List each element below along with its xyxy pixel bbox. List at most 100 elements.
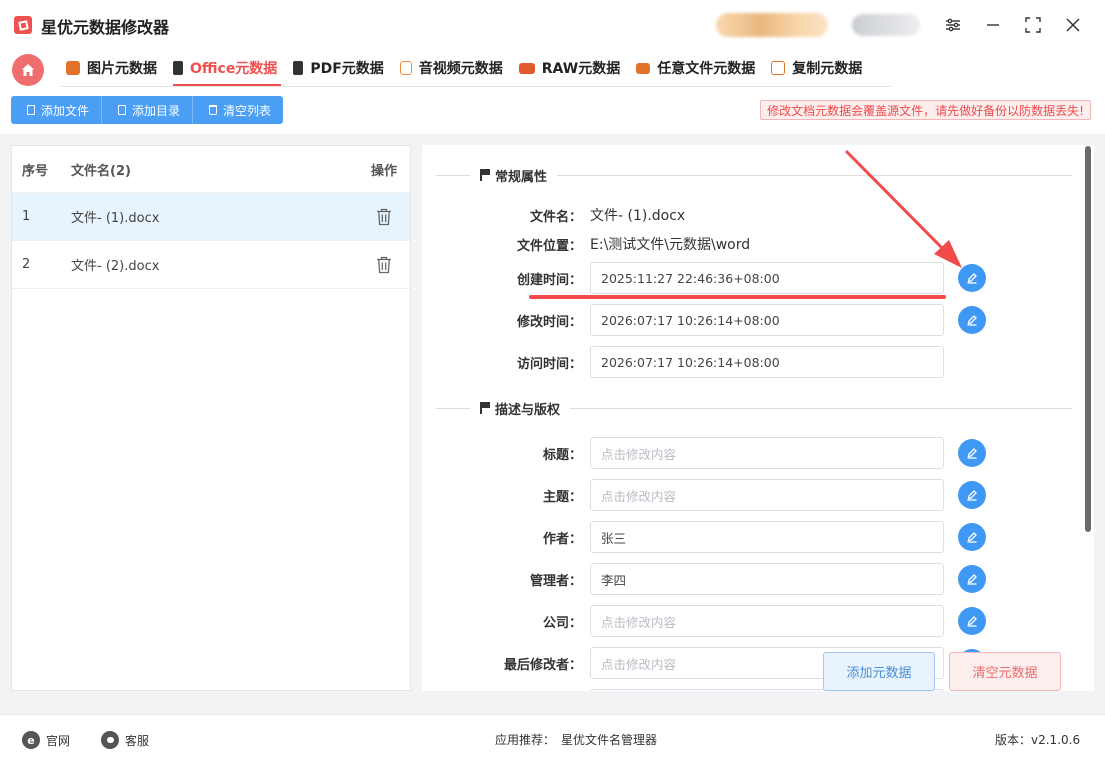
tab-pdf-metadata[interactable]: PDF元数据 [287,50,393,86]
title-bar: 星优元数据修改器 [0,0,1105,48]
vertical-scrollbar[interactable] [1085,146,1091,532]
clear-list-label: 清空列表 [223,103,272,118]
col-filename-header: 文件名(2) [71,163,131,179]
tab-bar: 图片元数据 Office元数据 PDF元数据 音视频元数据 RAW元数据 任意文… [60,50,872,86]
website-label: 官网 [46,733,71,748]
delete-trash-icon[interactable] [376,256,392,274]
pencil-icon [967,574,977,585]
footer: e 官网 客服 应用推荐： 星优文件名管理器 版本：v2.1.0.6 [0,714,1105,765]
title-field[interactable]: 点击修改内容 [590,437,944,469]
tab-divider [60,86,892,87]
file-path-value: E:\测试文件\元数据\word [590,237,751,253]
edit-modified-button[interactable] [958,306,986,334]
document-icon [118,105,127,115]
company-field[interactable]: 点击修改内容 [590,605,944,637]
image-icon [66,61,80,75]
chat-bubble-icon [101,731,119,749]
home-button[interactable] [12,54,44,86]
edit-subject-button[interactable] [958,481,986,509]
author-field[interactable]: 张三 [590,521,944,553]
pencil-icon [967,448,977,459]
clear-list-button[interactable]: 清空列表 [193,96,284,124]
tab-label: RAW元数据 [541,61,621,77]
file-name-label: 文件名： [529,210,582,225]
clear-metadata-button[interactable]: 清空元数据 [949,652,1061,691]
delete-trash-icon[interactable] [376,208,392,226]
close-icon[interactable] [1060,12,1086,38]
add-metadata-button[interactable]: 添加元数据 [823,652,935,691]
file-list-table: 序号 文件名(2) 操作 1 文件- (1).docx 2 文件- (2).do… [11,145,411,691]
table-header: 序号 文件名(2) 操作 [12,146,410,193]
tab-label: 图片元数据 [87,61,157,77]
tab-copy-metadata[interactable]: 复制元数据 [765,50,872,86]
created-time-label: 创建时间： [516,273,582,288]
video-icon [399,61,412,75]
section-title: 常规属性 [495,169,548,185]
backup-warning: 修改文档元数据会覆盖源文件，请先做好备份以防数据丢失! [760,100,1091,120]
edit-title-button[interactable] [958,439,986,467]
row-index: 2 [22,257,31,272]
add-folder-button[interactable]: 添加目录 [102,96,194,124]
properties-panel: 常规属性 文件名： 文件- (1).docx 文件位置： E:\测试文件\元数据… [422,145,1094,691]
modified-time-label: 修改时间： [516,315,582,330]
toolbar: 添加文件 添加目录 清空列表 [11,96,284,124]
divider [557,174,1072,176]
divider [436,174,470,176]
tab-label: 音视频元数据 [418,61,503,77]
table-row[interactable]: 2 文件- (2).docx [12,241,410,289]
file-icon [636,62,651,74]
divider [436,407,470,409]
pencil-icon [967,273,977,284]
recommend-label: 应用推荐： [495,733,556,747]
minimize-icon[interactable] [980,12,1006,38]
tab-label: 复制元数据 [792,61,863,77]
document-icon [27,105,35,115]
add-file-button[interactable]: 添加文件 [11,96,103,124]
row-filename: 文件- (1).docx [71,211,160,226]
pencil-icon [967,315,977,326]
blurred-user-avatar [852,14,920,36]
settings-sliders-icon[interactable] [940,12,966,38]
subject-field[interactable]: 点击修改内容 [590,479,944,511]
section-title: 描述与版权 [495,402,561,418]
maximize-icon[interactable] [1020,12,1046,38]
modified-time-field[interactable]: 2026:07:17 10:26:14+08:00 [590,304,944,336]
col-index-header: 序号 [22,163,49,179]
file-path-label: 文件位置： [516,239,582,254]
tab-raw-metadata[interactable]: RAW元数据 [513,50,630,86]
manager-field[interactable]: 李四 [590,563,944,595]
accessed-time-field[interactable]: 2026:07:17 10:26:14+08:00 [590,346,944,378]
recommended-app-link[interactable]: 星优文件名管理器 [561,731,657,748]
support-link[interactable]: 客服 [101,731,149,749]
home-icon [22,64,34,76]
tab-media-metadata[interactable]: 音视频元数据 [394,50,513,86]
raw-icon [518,62,535,74]
edit-manager-button[interactable] [958,565,986,593]
file-name-value: 文件- (1).docx [590,208,686,224]
tab-any-file-metadata[interactable]: 任意文件元数据 [630,50,765,86]
office-icon [173,61,183,75]
pencil-icon [967,490,977,501]
edit-created-button[interactable] [958,264,986,292]
pencil-icon [967,532,977,543]
website-link[interactable]: e 官网 [22,731,70,749]
table-row[interactable]: 1 文件- (1).docx [12,193,410,241]
pdf-icon [293,61,304,75]
browser-e-icon: e [22,731,40,749]
tab-label: 任意文件元数据 [657,61,756,77]
flag-icon [480,169,490,181]
edit-author-button[interactable] [958,523,986,551]
last-modified-by-label: 最后修改者： [503,658,582,673]
copy-icon [771,61,786,75]
description-section-header: 描述与版权 [436,398,1072,418]
tab-label: Office元数据 [190,61,278,77]
accessed-time-label: 访问时间： [516,357,582,372]
created-time-field[interactable]: 2025:11:27 22:46:36+08:00 [590,262,944,294]
tab-office-metadata[interactable]: Office元数据 [167,50,287,86]
app-title: 星优元数据修改器 [41,18,170,37]
tab-image-metadata[interactable]: 图片元数据 [60,50,167,86]
edit-company-button[interactable] [958,607,986,635]
pencil-icon [967,616,977,627]
version-label: 版本：v2.1.0.6 [995,733,1081,747]
trash-icon [209,105,218,115]
